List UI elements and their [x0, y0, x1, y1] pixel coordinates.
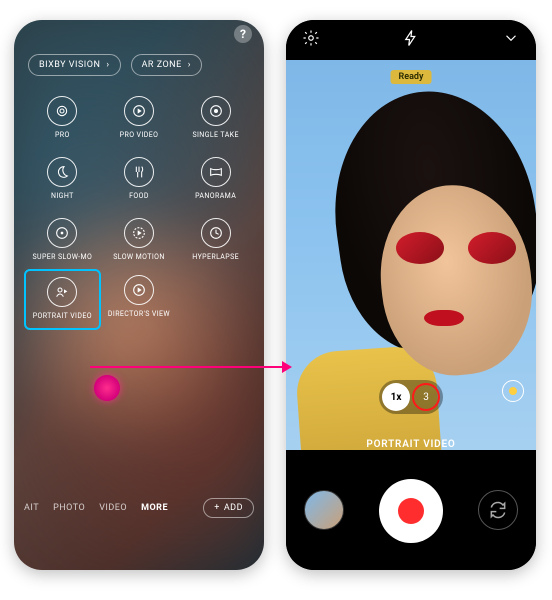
mode-label: NIGHT: [51, 192, 74, 200]
hyperlapse-icon: [201, 218, 231, 248]
mode-grid-row-1: PRO PRO VIDEO SINGLE TAKE: [14, 86, 264, 147]
slow-motion-icon: [124, 218, 154, 248]
settings-button[interactable]: [302, 29, 320, 51]
mode-portrait-video[interactable]: PORTRAIT VIDEO: [24, 269, 101, 330]
night-icon: [47, 157, 77, 187]
tap-indicator: [94, 375, 120, 401]
mode-panorama[interactable]: PANORAMA: [177, 151, 254, 208]
ar-zone-button[interactable]: AR ZONE ›: [131, 54, 202, 76]
zoom-3x-button[interactable]: 3: [412, 383, 440, 411]
mode-tabs: AIT PHOTO VIDEO MORE + ADD: [14, 498, 264, 518]
mode-label: PRO VIDEO: [120, 131, 159, 139]
directors-view-icon: [124, 275, 154, 305]
mode-label: HYPERLAPSE: [192, 253, 239, 261]
record-icon: [398, 498, 424, 524]
flash-icon: [402, 29, 420, 47]
mode-single-take[interactable]: SINGLE TAKE: [177, 90, 254, 147]
portrait-video-icon: [47, 277, 77, 307]
mode-label: SLOW MOTION: [113, 253, 165, 261]
chevron-down-icon: [502, 29, 520, 47]
gear-icon: [302, 29, 320, 47]
switch-camera-icon: [488, 500, 508, 520]
tab-more[interactable]: MORE: [141, 503, 168, 513]
chevron-right-icon: ›: [106, 60, 109, 70]
mode-super-slow-mo[interactable]: SUPER SLOW-MO: [24, 212, 101, 269]
options-button[interactable]: [502, 29, 520, 51]
add-mode-button[interactable]: + ADD: [203, 498, 254, 518]
current-mode-label: PORTRAIT VIDEO: [286, 439, 536, 450]
mode-label: PRO: [55, 131, 70, 139]
shutter-button[interactable]: [379, 479, 443, 543]
effects-button[interactable]: [502, 380, 524, 402]
mode-food[interactable]: FOOD: [101, 151, 178, 208]
help-button[interactable]: ?: [234, 25, 252, 43]
pro-icon: [47, 96, 77, 126]
add-label: ADD: [224, 503, 243, 513]
single-take-icon: [201, 96, 231, 126]
mode-pro-video[interactable]: PRO VIDEO: [101, 90, 178, 147]
preview-subject: [396, 232, 516, 268]
camera-bottom-bar: [286, 452, 536, 570]
phone-right: Ready 1x 3 PORTRAIT VIDEO: [286, 20, 536, 570]
pro-video-icon: [124, 96, 154, 126]
mode-label: SINGLE TAKE: [192, 131, 238, 139]
camera-top-bar: [286, 20, 536, 60]
mode-label: DIRECTOR'S VIEW: [108, 310, 170, 318]
ready-badge: Ready: [391, 70, 432, 84]
mode-label: PANORAMA: [195, 192, 236, 200]
mode-grid-row-2: NIGHT FOOD PANORAMA: [14, 147, 264, 208]
pill-label: AR ZONE: [142, 60, 182, 70]
mode-night[interactable]: NIGHT: [24, 151, 101, 208]
pill-label: BIXBY VISION: [39, 60, 100, 70]
mode-pro[interactable]: PRO: [24, 90, 101, 147]
zoom-selector: 1x 3: [379, 380, 443, 414]
tab-video[interactable]: VIDEO: [99, 503, 127, 513]
mode-grid-row-4: PORTRAIT VIDEO DIRECTOR'S VIEW: [14, 269, 264, 330]
mode-grid-row-3: SUPER SLOW-MO SLOW MOTION HYPERLAPSE: [14, 208, 264, 269]
effects-icon: [509, 387, 517, 395]
panorama-icon: [201, 157, 231, 187]
super-slowmo-icon: [47, 218, 77, 248]
gallery-thumbnail[interactable]: [304, 490, 344, 530]
mode-label: FOOD: [129, 192, 149, 200]
top-shortcuts: BIXBY VISION › AR ZONE ›: [14, 48, 264, 86]
flash-button[interactable]: [402, 29, 420, 51]
mode-label: PORTRAIT VIDEO: [33, 312, 92, 320]
tab-ait[interactable]: AIT: [24, 503, 39, 513]
switch-camera-button[interactable]: [478, 490, 518, 530]
mode-slow-motion[interactable]: SLOW MOTION: [101, 212, 178, 269]
mode-hyperlapse[interactable]: HYPERLAPSE: [177, 212, 254, 269]
bixby-vision-button[interactable]: BIXBY VISION ›: [28, 54, 121, 76]
chevron-right-icon: ›: [188, 60, 191, 70]
tab-photo[interactable]: PHOTO: [53, 503, 85, 513]
status-bar: ?: [14, 20, 264, 48]
mode-label: SUPER SLOW-MO: [32, 253, 92, 261]
plus-icon: +: [214, 503, 220, 513]
phone-left: ? BIXBY VISION › AR ZONE › PRO: [14, 20, 264, 570]
food-icon: [124, 157, 154, 187]
preview-subject: [424, 310, 464, 326]
zoom-1x-button[interactable]: 1x: [382, 383, 410, 411]
mode-directors-view[interactable]: DIRECTOR'S VIEW: [101, 269, 178, 330]
